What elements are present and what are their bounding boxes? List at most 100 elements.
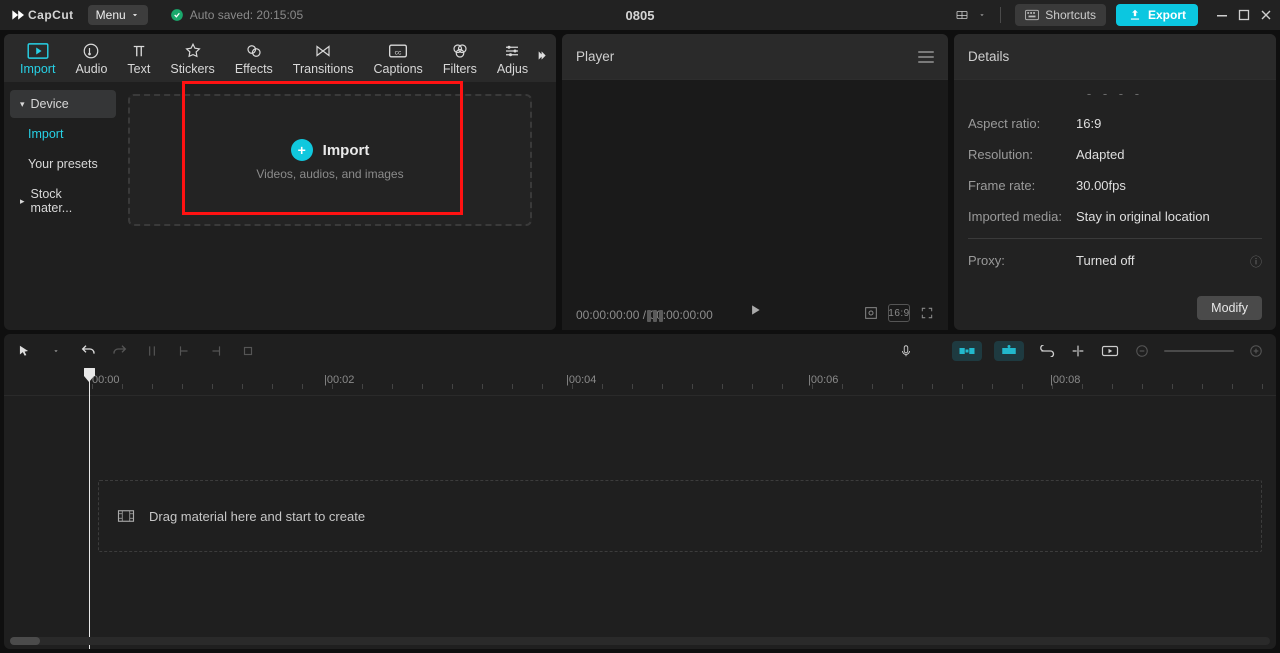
text-tab-icon bbox=[130, 42, 148, 60]
import-title: Import bbox=[323, 142, 370, 159]
ruler-minor-tick bbox=[1232, 384, 1233, 389]
ruler-minor-tick bbox=[542, 384, 543, 389]
tab-stickers[interactable]: Stickers bbox=[160, 38, 224, 78]
magnet-auto-toggle[interactable] bbox=[994, 341, 1024, 361]
ruler-minor-tick bbox=[1172, 384, 1173, 389]
ruler-minor-tick bbox=[362, 384, 363, 389]
trim-right-icon[interactable] bbox=[206, 341, 226, 361]
tab-transitions-label: Transitions bbox=[293, 62, 354, 76]
ruler-tick: 00:00 bbox=[92, 374, 120, 386]
tab-text[interactable]: Text bbox=[117, 38, 160, 78]
player-aspect-badge[interactable]: 16:9 bbox=[888, 304, 910, 322]
timeline-scrollbar[interactable] bbox=[10, 637, 1270, 645]
tab-audio[interactable]: Audio bbox=[65, 38, 117, 78]
sidebar-item-presets[interactable]: Your presets bbox=[10, 150, 116, 178]
ruler-minor-tick bbox=[302, 384, 303, 389]
shortcuts-button[interactable]: Shortcuts bbox=[1015, 4, 1106, 26]
ruler-minor-tick bbox=[602, 384, 603, 389]
ruler-minor-tick bbox=[632, 384, 633, 389]
ruler-minor-tick bbox=[1142, 384, 1143, 389]
ruler-minor-tick bbox=[332, 384, 333, 389]
sidebar-presets-label: Your presets bbox=[28, 157, 98, 171]
framerate-label: Frame rate: bbox=[968, 178, 1076, 193]
chevron-down-small-icon[interactable] bbox=[978, 11, 986, 19]
caret-down-icon: ▾ bbox=[20, 99, 25, 110]
player-menu-icon[interactable] bbox=[918, 51, 934, 63]
details-title: Details bbox=[954, 34, 1276, 80]
menu-label: Menu bbox=[96, 8, 126, 22]
proxy-info-icon[interactable]: ⓘ bbox=[1250, 253, 1262, 270]
keyboard-icon bbox=[1025, 9, 1039, 21]
timeline-drop-hint[interactable]: Drag material here and start to create bbox=[98, 480, 1262, 552]
proxy-label: Proxy: bbox=[968, 253, 1076, 270]
menu-button[interactable]: Menu bbox=[88, 5, 148, 25]
player-panel: Player 00:00:00:00 / 00:00:00:00 16:9 bbox=[562, 34, 948, 330]
split-tool-icon[interactable] bbox=[142, 341, 162, 361]
aspect-label: Aspect ratio: bbox=[968, 116, 1076, 131]
zoom-in-icon[interactable] bbox=[1246, 341, 1266, 361]
sidebar-group-stock[interactable]: ▸ Stock mater... bbox=[10, 180, 116, 222]
redo-button[interactable] bbox=[110, 341, 130, 361]
ruler-minor-tick bbox=[722, 384, 723, 389]
mic-record-icon[interactable] bbox=[896, 341, 916, 361]
cursor-dropdown-icon[interactable] bbox=[46, 341, 66, 361]
align-clip-icon[interactable] bbox=[1068, 341, 1088, 361]
zoom-slider[interactable] bbox=[1164, 350, 1234, 352]
ruler-minor-tick bbox=[572, 384, 573, 389]
plus-circle-icon: + bbox=[291, 139, 313, 161]
player-fullscreen-icon[interactable] bbox=[916, 304, 938, 322]
proxy-value: Turned off bbox=[1076, 253, 1135, 270]
sidebar-stock-label: Stock mater... bbox=[31, 187, 106, 215]
tab-captions[interactable]: cc Captions bbox=[363, 38, 432, 78]
check-circle-icon bbox=[170, 8, 184, 22]
aspect-value: 16:9 bbox=[1076, 116, 1101, 131]
tabstrip-overflow-button[interactable] bbox=[532, 49, 550, 68]
media-tabstrip: Import Audio Text Stickers Effects Trans… bbox=[4, 34, 556, 82]
crop-tool-icon[interactable] bbox=[238, 341, 258, 361]
layout-toggle-icon[interactable] bbox=[956, 9, 968, 21]
tab-effects[interactable]: Effects bbox=[225, 38, 283, 78]
ruler-minor-tick bbox=[962, 384, 963, 389]
player-scale-icon[interactable] bbox=[860, 304, 882, 322]
detail-row-framerate: Frame rate: 30.00fps bbox=[968, 170, 1262, 201]
media-content-area: + Import Videos, audios, and images bbox=[122, 82, 556, 330]
link-toggle-icon[interactable] bbox=[1036, 341, 1056, 361]
ruler-tick: |00:02 bbox=[324, 374, 354, 386]
modify-button[interactable]: Modify bbox=[1197, 296, 1262, 320]
media-sidebar: ▾ Device Import Your presets ▸ Stock mat… bbox=[4, 82, 122, 330]
import-dropzone[interactable]: + Import Videos, audios, and images bbox=[128, 94, 532, 226]
effects-tab-icon bbox=[245, 42, 263, 60]
tab-stickers-label: Stickers bbox=[170, 62, 214, 76]
film-icon bbox=[117, 509, 135, 523]
sidebar-group-device[interactable]: ▾ Device bbox=[10, 90, 116, 118]
filters-tab-icon bbox=[451, 42, 469, 60]
ruler-minor-tick bbox=[242, 384, 243, 389]
tab-adjust[interactable]: Adjus bbox=[487, 38, 538, 78]
caret-right-icon: ▸ bbox=[20, 196, 25, 207]
trim-left-icon[interactable] bbox=[174, 341, 194, 361]
sidebar-item-import[interactable]: Import bbox=[10, 120, 116, 148]
window-minimize-button[interactable] bbox=[1216, 9, 1228, 21]
window-close-button[interactable] bbox=[1260, 9, 1272, 21]
tab-filters[interactable]: Filters bbox=[433, 38, 487, 78]
timeline-playhead[interactable] bbox=[89, 368, 90, 649]
ruler-minor-tick bbox=[422, 384, 423, 389]
ruler-minor-tick bbox=[92, 384, 93, 389]
timeline[interactable]: 00:00|00:02|00:04|00:06|00:08 Drag mater… bbox=[4, 368, 1276, 649]
preview-render-icon[interactable] bbox=[1100, 341, 1120, 361]
tab-import[interactable]: Import bbox=[10, 38, 65, 78]
chevron-down-icon bbox=[130, 10, 140, 20]
tab-captions-label: Captions bbox=[373, 62, 422, 76]
window-maximize-button[interactable] bbox=[1238, 9, 1250, 21]
ruler-minor-tick bbox=[212, 384, 213, 389]
undo-button[interactable] bbox=[78, 341, 98, 361]
tab-transitions[interactable]: Transitions bbox=[283, 38, 364, 78]
zoom-out-icon[interactable] bbox=[1132, 341, 1152, 361]
upload-icon bbox=[1128, 8, 1142, 22]
magnet-main-toggle[interactable] bbox=[952, 341, 982, 361]
cursor-tool-icon[interactable] bbox=[14, 341, 34, 361]
timeline-ruler[interactable]: 00:00|00:02|00:04|00:06|00:08 bbox=[4, 368, 1276, 396]
export-button[interactable]: Export bbox=[1116, 4, 1198, 26]
imported-label: Imported media: bbox=[968, 209, 1076, 224]
ruler-minor-tick bbox=[812, 384, 813, 389]
